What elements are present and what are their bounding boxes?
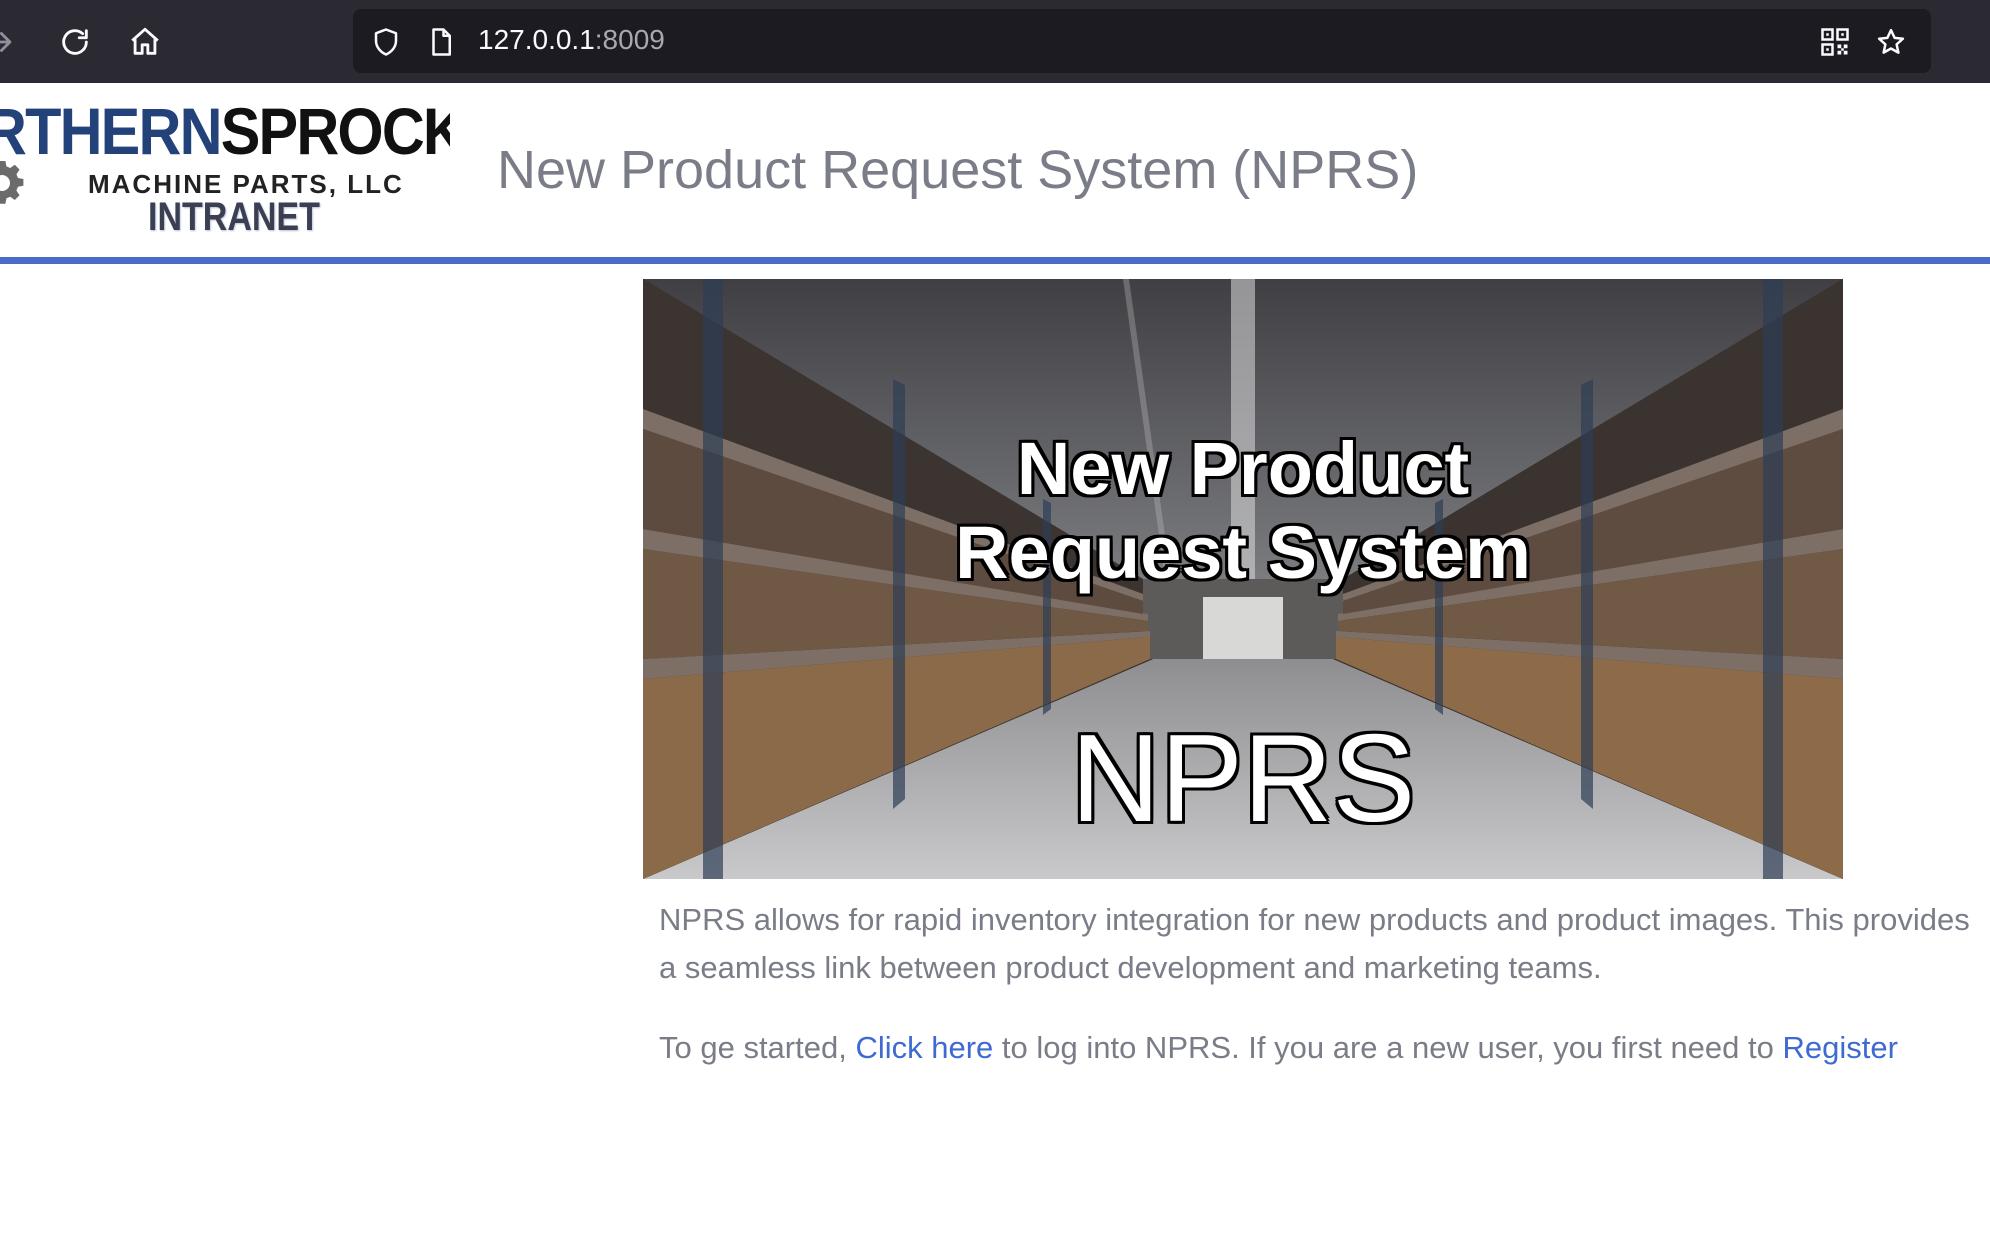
home-icon[interactable] — [123, 20, 167, 64]
qr-code-icon[interactable] — [1819, 26, 1851, 58]
star-icon[interactable] — [1875, 26, 1907, 58]
company-logo[interactable]: RTHERNSPROCKET MACHINE PARTS, LLC INTRAN… — [0, 83, 450, 257]
call-to-action: To ge started, Click here to log into NP… — [659, 1024, 1979, 1072]
cta-middle: to log into NPRS. If you are a new user,… — [993, 1030, 1783, 1065]
main-content: NPRS allows for rapid inventory integrat… — [659, 896, 1979, 1072]
url-port: :8009 — [594, 24, 665, 55]
hero-heading-line1: New Product — [1016, 427, 1470, 510]
hero-heading: New Product Request System — [643, 427, 1843, 595]
url-bar[interactable]: 127.0.0.1:8009 — [353, 9, 1931, 73]
page-icon — [425, 26, 457, 58]
url-host: 127.0.0.1 — [478, 24, 595, 55]
intro-paragraph: NPRS allows for rapid inventory integrat… — [659, 902, 1970, 985]
hero-acronym: NPRS — [1070, 710, 1416, 848]
hero-heading-line2: Request System — [955, 511, 1531, 594]
logo-intranet: INTRANET — [148, 195, 320, 239]
url-text[interactable]: 127.0.0.1:8009 — [478, 23, 665, 57]
register-link[interactable]: Register — [1782, 1030, 1897, 1065]
logo-wordmark: RTHERNSPROCKET — [0, 94, 450, 168]
gear-icon — [0, 161, 24, 204]
login-link[interactable]: Click here — [855, 1030, 993, 1065]
browser-toolbar: 127.0.0.1:8009 — [0, 0, 1990, 83]
header-divider — [0, 257, 1990, 264]
reload-icon[interactable] — [53, 20, 97, 64]
shield-icon[interactable] — [370, 26, 402, 58]
hero-banner-image: New Product Request System NPRS — [643, 279, 1843, 879]
page-title: New Product Request System (NPRS) — [497, 140, 1419, 200]
forward-icon[interactable] — [0, 20, 22, 64]
site-header: RTHERNSPROCKET MACHINE PARTS, LLC INTRAN… — [0, 83, 1990, 257]
cta-prefix: To ge started, — [659, 1030, 856, 1065]
